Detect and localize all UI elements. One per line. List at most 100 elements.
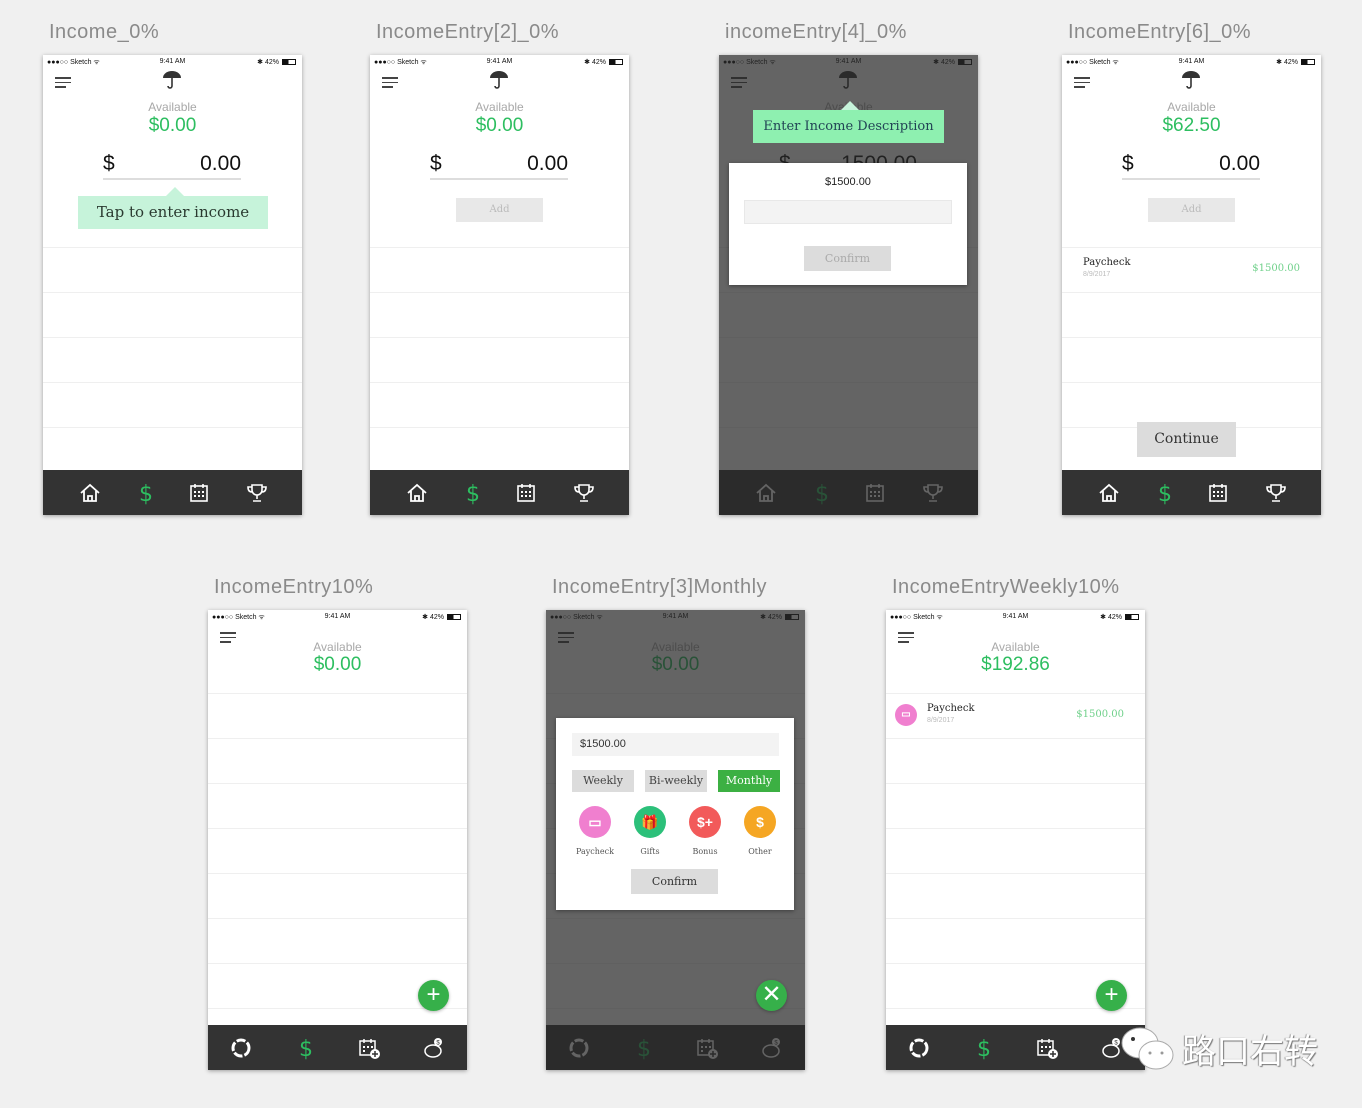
close-fab[interactable]: ✕ <box>756 980 787 1011</box>
tab-home[interactable] <box>1097 481 1121 505</box>
available-amount: $62.50 <box>1162 115 1221 136</box>
currency-symbol: $ <box>103 152 115 175</box>
battery-icon <box>282 59 296 65</box>
menu-line <box>1074 77 1090 79</box>
available-label: Available <box>1167 100 1216 114</box>
category-label: Paycheck <box>575 847 614 856</box>
tab-home[interactable] <box>78 481 102 505</box>
tab-schedule[interactable] <box>1035 1036 1059 1060</box>
bonus-icon[interactable]: $+ <box>689 806 721 838</box>
list-divider <box>43 292 302 293</box>
entry-name: Paycheck <box>1083 257 1131 268</box>
status-bar: ●●●○○ Sketch ᯤ9:41 AM✱ 42% <box>208 610 467 624</box>
svg-text:$: $ <box>299 1037 313 1060</box>
budget-ring-icon <box>229 1038 253 1064</box>
income-amount-input[interactable]: 0.00 <box>200 152 241 176</box>
period-monthly[interactable]: Monthly <box>718 770 780 792</box>
income-amount-input[interactable]: 0.00 <box>527 152 568 176</box>
artboard-title[interactable]: Income_0% <box>49 21 159 44</box>
add-income-fab[interactable]: + <box>1096 980 1127 1011</box>
hamburger-menu-icon[interactable] <box>1074 77 1090 91</box>
menu-line <box>382 77 398 79</box>
svg-text:$: $ <box>139 482 153 505</box>
tab-calendar[interactable] <box>187 481 211 505</box>
battery-percent: ✱ 42% <box>422 614 444 621</box>
battery-status: ✱ 42% <box>584 58 623 66</box>
status-bar: ●●●○○ Sketch ᯤ9:41 AM✱ 42% <box>1062 55 1321 69</box>
tab-savings[interactable]: $ <box>421 1036 445 1060</box>
artboard-title[interactable]: incomeEntry[4]_0% <box>725 21 907 44</box>
bottom-tab-bar: $ <box>43 470 302 515</box>
list-divider <box>886 783 1145 784</box>
gift-icon[interactable]: 🎁 <box>634 806 666 838</box>
tab-calendar[interactable] <box>514 481 538 505</box>
artboard-title[interactable]: IncomeEntry10% <box>214 576 373 599</box>
artboard-title[interactable]: IncomeEntry[3]Monthly <box>552 576 767 599</box>
status-bar: ●●●○○ Sketch ᯤ9:41 AM✱ 42% <box>43 55 302 69</box>
artboard-title[interactable]: IncomeEntry[2]_0% <box>376 21 559 44</box>
menu-line <box>898 632 914 634</box>
home-icon <box>1097 483 1121 509</box>
list-divider <box>208 783 467 784</box>
battery-icon <box>447 614 461 620</box>
piggy-bank-icon: $ <box>421 1038 445 1064</box>
description-modal: $1500.00 Confirm <box>729 163 967 285</box>
category-label: Gifts <box>640 847 660 856</box>
watermark-text: 路口右转 <box>1182 1033 1318 1071</box>
battery-status: ✱ 42% <box>1100 613 1139 621</box>
confirm-button[interactable]: Confirm <box>804 246 891 271</box>
period-bi-weekly[interactable]: Bi-weekly <box>645 770 707 792</box>
add-income-fab[interactable]: + <box>418 980 449 1011</box>
tab-budget[interactable] <box>907 1036 931 1060</box>
available-amount: $0.00 <box>313 654 362 675</box>
tab-schedule[interactable] <box>357 1036 381 1060</box>
artboard-title[interactable]: IncomeEntry[6]_0% <box>1068 21 1251 44</box>
add-button[interactable]: Add <box>456 198 543 222</box>
confirm-button[interactable]: Confirm <box>631 869 718 894</box>
entry-date: 8/9/2017 <box>1083 271 1111 278</box>
tab-calendar[interactable] <box>1206 481 1230 505</box>
tab-income[interactable]: $ <box>461 481 485 507</box>
artboard-title[interactable]: IncomeEntryWeekly10% <box>892 576 1120 599</box>
money-bag-icon[interactable]: $ <box>744 806 776 838</box>
hamburger-menu-icon[interactable] <box>382 77 398 91</box>
tab-income[interactable]: $ <box>1153 481 1177 507</box>
budget-ring-icon <box>907 1038 931 1064</box>
tab-income[interactable]: $ <box>972 1036 996 1062</box>
menu-line <box>1074 81 1090 83</box>
battery-percent: ✱ 42% <box>257 59 279 66</box>
tab-income[interactable]: $ <box>294 1036 318 1062</box>
list-divider <box>886 963 1145 964</box>
list-divider <box>43 382 302 383</box>
tab-income[interactable]: $ <box>134 481 158 507</box>
tab-goals[interactable] <box>572 481 596 505</box>
tab-goals[interactable] <box>245 481 269 505</box>
tab-budget[interactable] <box>229 1036 253 1060</box>
battery-status: ✱ 42% <box>257 58 296 66</box>
card-icon[interactable]: ▭ <box>579 806 611 838</box>
add-button[interactable]: Add <box>1148 198 1235 222</box>
menu-line <box>55 81 71 83</box>
list-divider <box>208 918 467 919</box>
income-entry-row[interactable]: Paycheck 8/9/2017 $1500.00 <box>1062 247 1321 292</box>
menu-line <box>220 636 236 638</box>
entry-amount: $1500.00 <box>1076 709 1124 720</box>
tap-to-enter-tooltip: Tap to enter income <box>78 187 268 229</box>
list-divider <box>208 828 467 829</box>
hamburger-menu-icon[interactable] <box>55 77 71 91</box>
tab-goals[interactable] <box>1264 481 1288 505</box>
continue-button[interactable]: Continue <box>1137 422 1236 457</box>
available-amount: $192.86 <box>981 654 1050 675</box>
umbrella-logo-icon <box>162 69 182 94</box>
income-amount-input[interactable]: 0.00 <box>1219 152 1260 176</box>
input-underline <box>430 178 568 180</box>
entry-amount: $1500.00 <box>1252 263 1300 274</box>
income-entry-row[interactable]: ▭ Paycheck 8/9/2017 $1500.00 <box>886 693 1145 738</box>
menu-line <box>382 86 394 88</box>
amount-field[interactable]: $1500.00 <box>572 733 779 756</box>
description-input[interactable] <box>744 200 952 224</box>
tab-home[interactable] <box>405 481 429 505</box>
available-amount: $0.00 <box>148 115 197 136</box>
period-weekly[interactable]: Weekly <box>572 770 634 792</box>
currency-symbol: $ <box>1122 152 1134 175</box>
